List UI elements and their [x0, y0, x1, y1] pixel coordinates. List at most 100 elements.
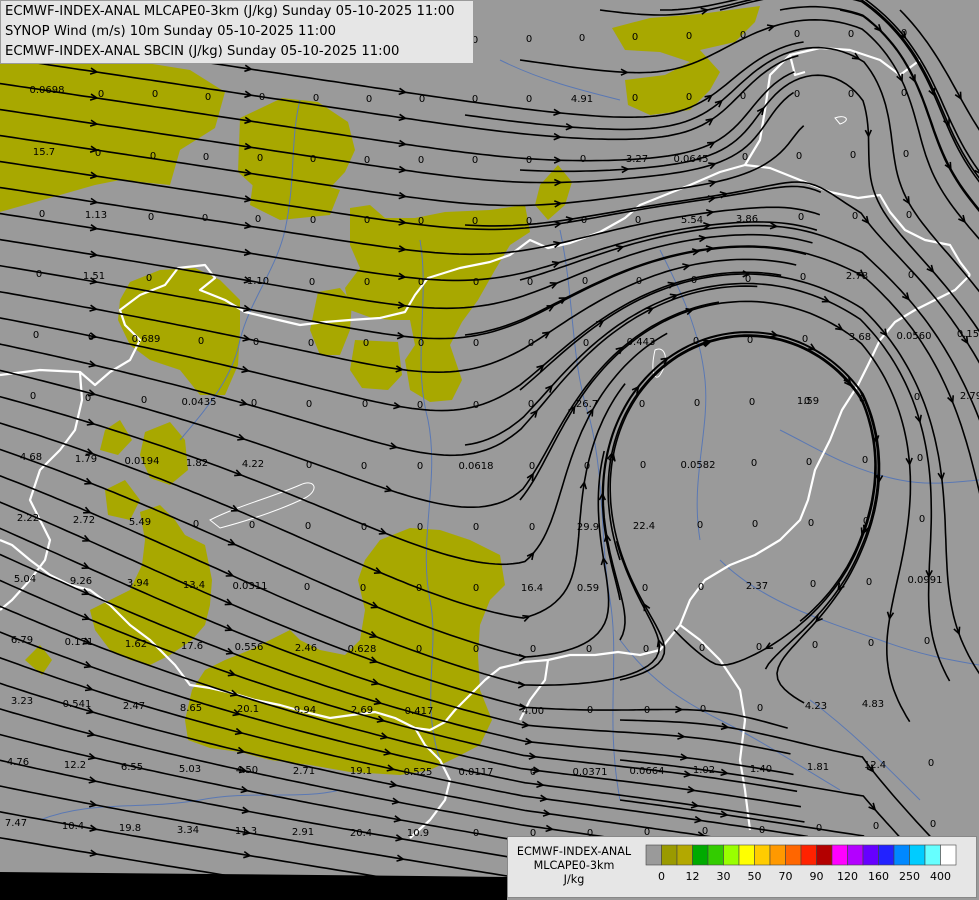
sbcin-value-label: 0.0618 — [459, 461, 494, 472]
sbcin-value-label: 0 — [193, 519, 199, 530]
title-line-cape: ECMWF-INDEX-ANAL MLCAPE0-3km (J/kg) Sund… — [5, 4, 455, 19]
sbcin-value-label: 0 — [306, 399, 312, 410]
legend-colorbar: 0 12 30 50 70 90 120 160 250 400 — [645, 844, 957, 883]
sbcin-value-label: 17.6 — [181, 641, 203, 652]
legend-tick-label: 0 — [658, 870, 665, 883]
sbcin-value-label: 2.69 — [351, 705, 373, 716]
sbcin-value-label: 0 — [908, 270, 914, 281]
sbcin-value-label: 0 — [759, 825, 765, 836]
sbcin-value-label: 0.0311 — [233, 581, 268, 592]
sbcin-value-label: 0 — [526, 155, 532, 166]
legend-swatch — [816, 844, 833, 866]
legend-swatch — [924, 844, 941, 866]
sbcin-value-label: 0 — [257, 153, 263, 164]
sbcin-value-label: 0 — [472, 155, 478, 166]
sbcin-value-label: 0 — [740, 30, 746, 41]
legend-swatch — [738, 844, 755, 866]
legend-swatch — [707, 844, 724, 866]
sbcin-value-label: 0 — [361, 461, 367, 472]
legend-tick-label: 12 — [686, 870, 700, 883]
legend-tick-label: 30 — [717, 870, 731, 883]
sbcin-value-label: 0 — [906, 210, 912, 221]
sbcin-value-label: 0 — [363, 338, 369, 349]
legend-swatch — [723, 844, 740, 866]
sbcin-value-label: 26.7 — [576, 399, 598, 410]
sbcin-value-label: 0 — [148, 212, 154, 223]
sbcin-value-label: 0 — [364, 155, 370, 166]
sbcin-value-label: 0 — [919, 514, 925, 525]
sbcin-value-label: 8.65 — [180, 703, 202, 714]
sbcin-value-label: 0 — [742, 152, 748, 163]
sbcin-value-label: 0 — [636, 276, 642, 287]
sbcin-value-label: 0 — [580, 154, 586, 165]
sbcin-value-label: 0 — [901, 28, 907, 39]
sbcin-value-label: 0 — [150, 151, 156, 162]
sbcin-value-label: 0 — [700, 704, 706, 715]
weather-map: 0.0698 0 0 0 0 0 0 0 0 0 4.91 0 0 0 0 0 0 0 0 0 0 0 0 0 0 0 15.7 0 0… — [0, 0, 979, 900]
sbcin-value-label: 0 — [95, 148, 101, 159]
sbcin-value-label: 0.15 — [957, 329, 979, 340]
sbcin-value-label: 0 — [802, 334, 808, 345]
sbcin-value-label: 0 — [304, 582, 310, 593]
sbcin-value-label: 19.1 — [350, 766, 372, 777]
sbcin-value-label: 20.4 — [350, 828, 372, 839]
sbcin-value-label: 0.0117 — [459, 767, 494, 778]
sbcin-value-label: 0 — [259, 92, 265, 103]
sbcin-value-label: 9.94 — [294, 705, 316, 716]
sbcin-value-label: 4.91 — [571, 94, 593, 105]
sbcin-value-label: 3.27 — [626, 154, 648, 165]
sbcin-value-label: 0 — [639, 399, 645, 410]
sbcin-value-label: 0 — [863, 516, 869, 527]
sbcin-value-label: 0 — [198, 336, 204, 347]
sbcin-value-label: 0 — [586, 644, 592, 655]
sbcin-value-label: 2.78 — [846, 271, 868, 282]
sbcin-value-label: 0 — [806, 457, 812, 468]
legend-swatch — [893, 844, 910, 866]
legend-swatch — [831, 844, 848, 866]
legend-tick-label: 250 — [899, 870, 920, 883]
sbcin-value-label: 0 — [310, 215, 316, 226]
sbcin-value-label: 0 — [36, 269, 42, 280]
sbcin-value-label: 0 — [473, 522, 479, 533]
sbcin-value-label: 0 — [313, 93, 319, 104]
sbcin-value-label: 0 — [526, 216, 532, 227]
sbcin-value-label: 0 — [419, 94, 425, 105]
sbcin-value-label: 0.0560 — [897, 331, 932, 342]
sbcin-value-label: 0 — [859, 394, 865, 405]
title-line-wind: SYNOP Wind (m/s) 10m Sunday 05-10-2025 1… — [5, 24, 336, 39]
sbcin-value-label: 0 — [88, 332, 94, 343]
sbcin-value-label: 0 — [749, 397, 755, 408]
sbcin-value-label: 0 — [643, 644, 649, 655]
sbcin-value-label: 1.13 — [85, 210, 107, 221]
legend-tick-label: 160 — [868, 870, 889, 883]
sbcin-value-label: 0 — [85, 393, 91, 404]
color-legend: ECMWF-INDEX-ANAL MLCAPE0-3km J/kg 0 12 30 5… — [507, 836, 977, 898]
sbcin-value-label: 0 — [752, 519, 758, 530]
sbcin-value-label: 0.0991 — [908, 575, 943, 586]
sbcin-value-label: 0 — [924, 636, 930, 647]
sbcin-value-label: 0 — [255, 214, 261, 225]
sbcin-value-label: 0 — [527, 277, 533, 288]
sbcin-value-label: 5.03 — [179, 764, 201, 775]
sbcin-value-label: 0 — [309, 277, 315, 288]
sbcin-value-label: 0 — [582, 276, 588, 287]
sbcin-value-label: 16.4 — [521, 583, 543, 594]
sbcin-value-label: 0.0371 — [573, 767, 608, 778]
sbcin-value-label: 0 — [581, 215, 587, 226]
sbcin-value-label: 0 — [473, 338, 479, 349]
sbcin-value-label: 0 — [418, 277, 424, 288]
legend-swatch — [645, 844, 662, 866]
sbcin-value-label: 0 — [417, 400, 423, 411]
sbcin-value-label: 0 — [810, 579, 816, 590]
sbcin-value-label: 20.1 — [237, 704, 259, 715]
sbcin-value-label: 2.71 — [293, 766, 315, 777]
sbcin-value-label: 0 — [848, 29, 854, 40]
sbcin-value-label: 0 — [583, 338, 589, 349]
sbcin-value-label: 1.62 — [125, 639, 147, 650]
sbcin-value-label: 1.81 — [807, 762, 829, 773]
legend-swatch — [909, 844, 926, 866]
sbcin-value-label: 0 — [141, 395, 147, 406]
sbcin-value-label: 0 — [903, 149, 909, 160]
sbcin-value-label: 3.23 — [11, 696, 33, 707]
sbcin-value-label: 0 — [808, 518, 814, 529]
